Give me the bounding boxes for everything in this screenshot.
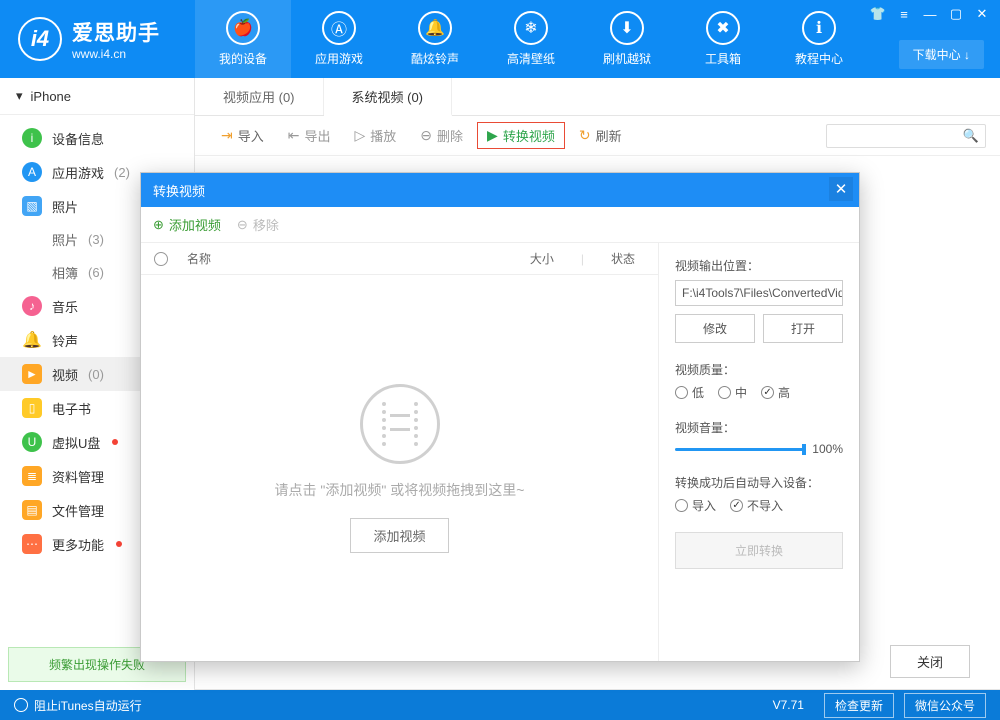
menu-icon[interactable]: ≡ [892, 4, 916, 24]
volume-slider[interactable] [675, 448, 804, 451]
convert-now-button[interactable]: 立即转换 [675, 532, 843, 569]
minimize-button[interactable]: — [918, 4, 942, 24]
col-name: 名称 [181, 250, 507, 267]
side-icon: A [22, 162, 42, 182]
toolbar: ⇥导入 ⇤导出 ▷播放 ⊖删除 ▶转换视频 ↻刷新 🔍 [195, 116, 1000, 156]
delete-button[interactable]: ⊖删除 [410, 122, 473, 149]
list-header: 名称 大小| 状态 [141, 243, 658, 275]
side-icon: U [22, 432, 42, 452]
side-icon: ▧ [22, 196, 42, 216]
auto-import-yes-radio[interactable]: 导入 [675, 497, 716, 514]
download-center-button[interactable]: 下载中心 ↓ [899, 40, 984, 69]
tab-system-video[interactable]: 系统视频 (0) [324, 78, 453, 116]
download-icon: ⬇ [610, 11, 644, 45]
side-icon: ▤ [22, 500, 42, 520]
refresh-button[interactable]: ↻刷新 [569, 122, 632, 149]
close-button[interactable]: ✕ [970, 4, 994, 24]
side-icon: ► [22, 364, 42, 384]
search-icon: 🔍 [963, 128, 979, 144]
red-dot-icon [112, 439, 118, 445]
sidebar-item-设备信息[interactable]: i设备信息 [0, 121, 194, 155]
app-name: 爱思助手 [72, 17, 160, 47]
logo-icon: i4 [18, 17, 62, 61]
convert-video-dialog: 转换视频 ✕ ⊕添加视频 ⊖移除 名称 大小| 状态 请点击 "添加视频" 或将… [140, 172, 860, 662]
content-tabs: 视频应用 (0) 系统视频 (0) [195, 78, 1000, 116]
quality-high-radio[interactable]: 高 [761, 384, 790, 401]
tshirt-icon[interactable]: 👕 [866, 4, 890, 24]
nav-ringtones[interactable]: 🔔酷炫铃声 [387, 0, 483, 78]
import-button[interactable]: ⇥导入 [211, 122, 274, 149]
volume-value: 100% [812, 442, 843, 456]
auto-import-label: 转换成功后自动导入设备： [675, 474, 843, 491]
modify-button[interactable]: 修改 [675, 314, 755, 343]
app-icon: Ⓐ [322, 11, 356, 45]
export-button[interactable]: ⇤导出 [278, 122, 341, 149]
dialog-title: 转换视频 ✕ [141, 173, 859, 207]
info-icon: ℹ [802, 11, 836, 45]
nav-apps[interactable]: Ⓐ应用游戏 [291, 0, 387, 78]
nav-wallpaper[interactable]: ❄高清壁纸 [483, 0, 579, 78]
select-all-checkbox[interactable] [154, 252, 168, 266]
convert-icon: ▶ [487, 127, 498, 144]
import-icon: ⇥ [221, 127, 233, 144]
volume-label: 视频音量： [675, 419, 843, 436]
empty-drop-area[interactable]: 请点击 "添加视频" 或将视频拖拽到这里~ 添加视频 [141, 275, 658, 661]
dialog-close-icon[interactable]: ✕ [829, 177, 853, 201]
delete-icon: ⊖ [420, 127, 432, 144]
output-label: 视频输出位置： [675, 257, 843, 274]
side-icon: ▯ [22, 398, 42, 418]
side-icon: ≣ [22, 466, 42, 486]
nav-toolbox[interactable]: ✖工具箱 [675, 0, 771, 78]
refresh-icon: ↻ [579, 127, 591, 144]
apple-icon: 🍎 [226, 11, 260, 45]
bell-icon: 🔔 [418, 11, 452, 45]
open-button[interactable]: 打开 [763, 314, 843, 343]
export-icon: ⇤ [288, 127, 300, 144]
remove-button[interactable]: ⊖移除 [237, 215, 279, 234]
quality-low-radio[interactable]: 低 [675, 384, 704, 401]
side-icon: ♪ [22, 296, 42, 316]
search-input[interactable]: 🔍 [826, 124, 986, 148]
device-selector[interactable]: ▾ iPhone [0, 78, 194, 115]
nav-my-device[interactable]: 🍎我的设备 [195, 0, 291, 78]
side-icon: 🔔 [22, 330, 42, 350]
toggle-icon[interactable] [14, 698, 28, 712]
status-bar: 阻止iTunes自动运行 V7.71 检查更新 微信公众号 [0, 690, 1000, 720]
tab-video-apps[interactable]: 视频应用 (0) [195, 78, 324, 115]
red-dot-icon [116, 541, 122, 547]
col-state: 状态 [588, 250, 658, 267]
plus-icon: ⊕ [153, 217, 164, 233]
minus-icon: ⊖ [237, 217, 248, 233]
empty-hint: 请点击 "添加视频" 或将视频拖拽到这里~ [275, 480, 525, 500]
add-video-button[interactable]: ⊕添加视频 [153, 215, 221, 234]
maximize-button[interactable]: ▢ [944, 4, 968, 24]
tools-icon: ✖ [706, 11, 740, 45]
snow-icon: ❄ [514, 11, 548, 45]
check-update-button[interactable]: 检查更新 [824, 693, 894, 718]
output-path-input[interactable]: F:\i4Tools7\Files\ConvertedVid [675, 280, 843, 306]
nav-tutorial[interactable]: ℹ教程中心 [771, 0, 867, 78]
side-icon: i [22, 128, 42, 148]
col-size: 大小 [507, 250, 577, 267]
version-label: V7.71 [773, 698, 804, 712]
auto-import-no-radio[interactable]: 不导入 [730, 497, 783, 514]
convert-video-button[interactable]: ▶转换视频 [477, 122, 565, 149]
app-header: i4 爱思助手 www.i4.cn 🍎我的设备 Ⓐ应用游戏 🔔酷炫铃声 ❄高清壁… [0, 0, 1000, 78]
logo: i4 爱思助手 www.i4.cn [0, 17, 195, 61]
block-itunes-label[interactable]: 阻止iTunes自动运行 [34, 697, 142, 714]
app-url: www.i4.cn [72, 47, 160, 61]
play-icon: ▷ [355, 127, 366, 144]
dialog-close-button[interactable]: 关闭 [890, 645, 970, 678]
play-button[interactable]: ▷播放 [345, 122, 407, 149]
wechat-button[interactable]: 微信公众号 [904, 693, 986, 718]
add-video-big-button[interactable]: 添加视频 [350, 518, 448, 553]
top-nav: 🍎我的设备 Ⓐ应用游戏 🔔酷炫铃声 ❄高清壁纸 ⬇刷机越狱 ✖工具箱 ℹ教程中心 [195, 0, 867, 78]
side-icon: ⋯ [22, 534, 42, 554]
film-icon [360, 384, 440, 464]
quality-label: 视频质量： [675, 361, 843, 378]
nav-flash[interactable]: ⬇刷机越狱 [579, 0, 675, 78]
quality-mid-radio[interactable]: 中 [718, 384, 747, 401]
